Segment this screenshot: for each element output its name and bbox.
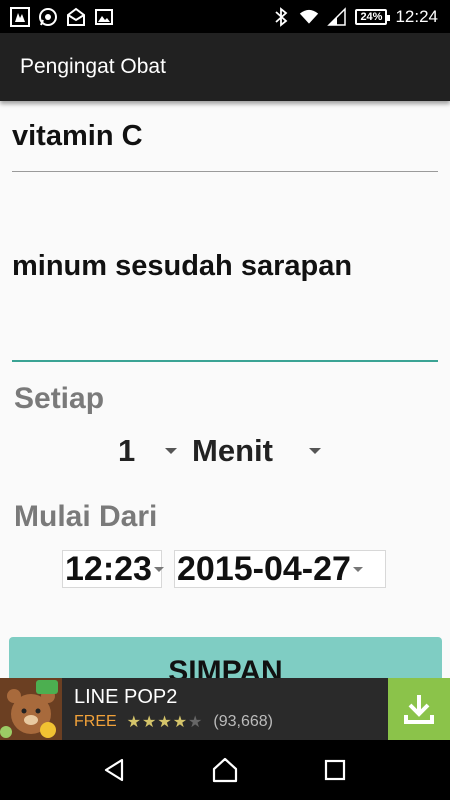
note-value: minum sesudah sarapan	[12, 250, 353, 282]
clock: 12:24	[395, 6, 438, 26]
rating-star: ★	[188, 714, 204, 731]
line-pop-app-icon	[0, 678, 62, 740]
notification-app-icon	[10, 6, 30, 27]
interval-value-spinner[interactable]: 1	[118, 433, 178, 469]
chevron-down-icon	[308, 448, 321, 454]
download-icon	[404, 695, 434, 724]
start-date-value: 2015-04-27	[177, 549, 351, 588]
wifi-icon	[299, 7, 319, 27]
chevron-down-icon	[352, 566, 363, 572]
app-bar: Pengingat Obat	[0, 33, 450, 101]
home-icon	[212, 757, 238, 783]
mail-icon	[66, 7, 86, 27]
signal-icon	[327, 6, 347, 27]
review-count: (93,668)	[213, 713, 273, 730]
home-button[interactable]	[205, 750, 245, 790]
recents-icon	[324, 759, 346, 781]
note-input[interactable]: minum sesudah sarapan	[12, 250, 438, 362]
start-date-picker[interactable]: 2015-04-27	[174, 550, 386, 588]
rating-stars: ★★★★★	[127, 712, 204, 732]
download-button[interactable]	[388, 678, 450, 740]
medicine-name-input[interactable]: vitamin C	[12, 120, 438, 172]
whatsapp-icon	[38, 7, 58, 27]
chevron-down-icon	[165, 448, 178, 454]
medicine-name-value: vitamin C	[12, 120, 143, 152]
bluetooth-icon	[271, 6, 291, 27]
rating-star: ★	[172, 714, 189, 731]
back-icon	[104, 758, 124, 782]
image-icon	[94, 7, 114, 27]
ad-price: FREE	[74, 713, 117, 730]
chevron-down-icon	[153, 566, 164, 572]
ad-title: LINE POP2	[74, 686, 178, 708]
status-bar: 24% 12:24	[0, 0, 450, 33]
start-label: Mulai Dari	[14, 500, 158, 533]
rating-star: ★	[126, 714, 143, 731]
interval-unit-spinner[interactable]: Menit	[192, 433, 321, 469]
ad-banner[interactable]: LINE POP2 FREE ★★★★★ (93,668)	[0, 678, 450, 740]
battery-indicator: 24%	[355, 8, 391, 25]
rating-star: ★	[142, 714, 158, 731]
start-time-value: 12:23	[65, 549, 152, 588]
interval-label: Setiap	[14, 382, 105, 415]
rating-star: ★	[157, 714, 173, 731]
recents-button[interactable]	[315, 750, 355, 790]
interval-unit: Menit	[192, 433, 273, 468]
app-title: Pengingat Obat	[20, 55, 166, 78]
navigation-bar	[0, 740, 450, 800]
interval-value: 1	[118, 433, 136, 468]
start-time-picker[interactable]: 12:23	[62, 549, 164, 588]
back-button[interactable]	[95, 750, 135, 790]
